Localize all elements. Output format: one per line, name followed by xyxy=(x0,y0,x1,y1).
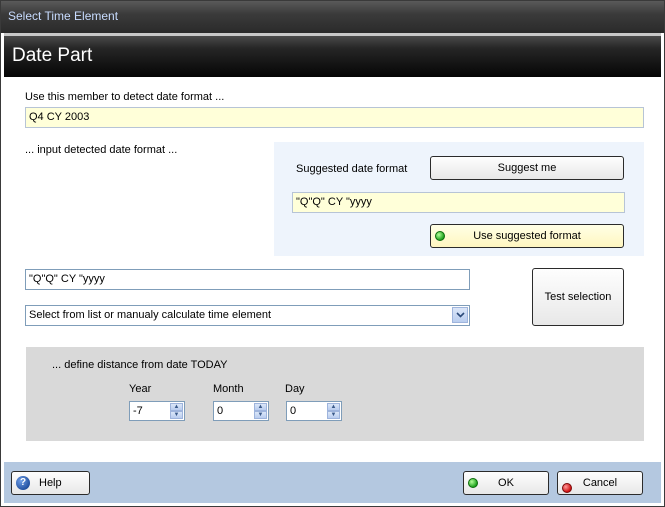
suggest-me-label: Suggest me xyxy=(497,162,557,174)
suggest-me-button[interactable]: Suggest me xyxy=(430,156,624,180)
year-stepper[interactable]: -7 ▲ ▼ xyxy=(129,401,185,421)
spin-up-icon[interactable]: ▲ xyxy=(254,403,267,411)
year-stepper-arrows: ▲ ▼ xyxy=(170,403,183,419)
title-bar[interactable]: Select Time Element xyxy=(1,1,664,33)
suggested-format-value: "Q"Q" CY "yyyy xyxy=(296,196,372,208)
detected-format-label: ... input detected date format ... xyxy=(25,144,178,156)
help-button[interactable]: ? Help xyxy=(11,471,90,495)
time-element-select-value: Select from list or manualy calculate ti… xyxy=(29,309,272,321)
month-stepper[interactable]: 0 ▲ ▼ xyxy=(213,401,269,421)
select-time-element-dialog: Select Time Element Date Part Use this m… xyxy=(0,0,665,507)
spin-up-icon[interactable]: ▲ xyxy=(327,403,340,411)
spin-up-icon[interactable]: ▲ xyxy=(170,403,183,411)
day-value: 0 xyxy=(290,405,297,417)
month-value: 0 xyxy=(217,405,224,417)
chevron-down-icon[interactable] xyxy=(452,307,468,323)
suggested-format-input[interactable]: "Q"Q" CY "yyyy xyxy=(292,192,625,213)
day-label: Day xyxy=(285,383,305,395)
use-suggested-format-button[interactable]: Use suggested format xyxy=(430,224,624,248)
member-input-value: Q4 CY 2003 xyxy=(29,111,90,123)
help-label: Help xyxy=(39,477,62,489)
member-input[interactable]: Q4 CY 2003 xyxy=(25,107,644,128)
month-stepper-arrows: ▲ ▼ xyxy=(254,403,267,419)
time-element-select[interactable]: Select from list or manualy calculate ti… xyxy=(25,305,470,326)
test-selection-button[interactable]: Test selection xyxy=(532,268,624,326)
help-icon: ? xyxy=(16,476,30,490)
day-stepper-arrows: ▲ ▼ xyxy=(327,403,340,419)
header-band: Date Part xyxy=(4,33,661,77)
window-title: Select Time Element xyxy=(8,9,119,23)
date-format-input[interactable]: "Q"Q" CY "yyyy xyxy=(25,269,470,290)
day-stepper[interactable]: 0 ▲ ▼ xyxy=(286,401,342,421)
footer-bar: ? Help OK Cancel xyxy=(4,462,661,503)
green-status-icon xyxy=(468,478,478,488)
spin-down-icon[interactable]: ▼ xyxy=(254,411,267,419)
suggest-panel: Suggested date format Suggest me "Q"Q" C… xyxy=(274,142,644,256)
use-suggested-format-label: Use suggested format xyxy=(473,230,581,242)
green-status-icon xyxy=(435,231,445,241)
month-label: Month xyxy=(213,383,244,395)
year-value: -7 xyxy=(133,405,143,417)
cancel-label: Cancel xyxy=(582,477,618,489)
spin-down-icon[interactable]: ▼ xyxy=(327,411,340,419)
ok-label: OK xyxy=(498,477,514,489)
distance-panel: ... define distance from date TODAY Year… xyxy=(26,347,644,441)
suggested-format-label: Suggested date format xyxy=(296,163,408,175)
member-label: Use this member to detect date format ..… xyxy=(25,91,225,103)
year-label: Year xyxy=(129,383,152,395)
page-title: Date Part xyxy=(12,45,93,66)
ok-button[interactable]: OK xyxy=(463,471,549,495)
spin-down-icon[interactable]: ▼ xyxy=(170,411,183,419)
test-selection-label: Test selection xyxy=(544,291,612,303)
distance-label: ... define distance from date TODAY xyxy=(52,359,228,371)
red-status-icon xyxy=(562,483,572,493)
date-format-value: "Q"Q" CY "yyyy xyxy=(29,273,105,285)
cancel-button[interactable]: Cancel xyxy=(557,471,643,495)
